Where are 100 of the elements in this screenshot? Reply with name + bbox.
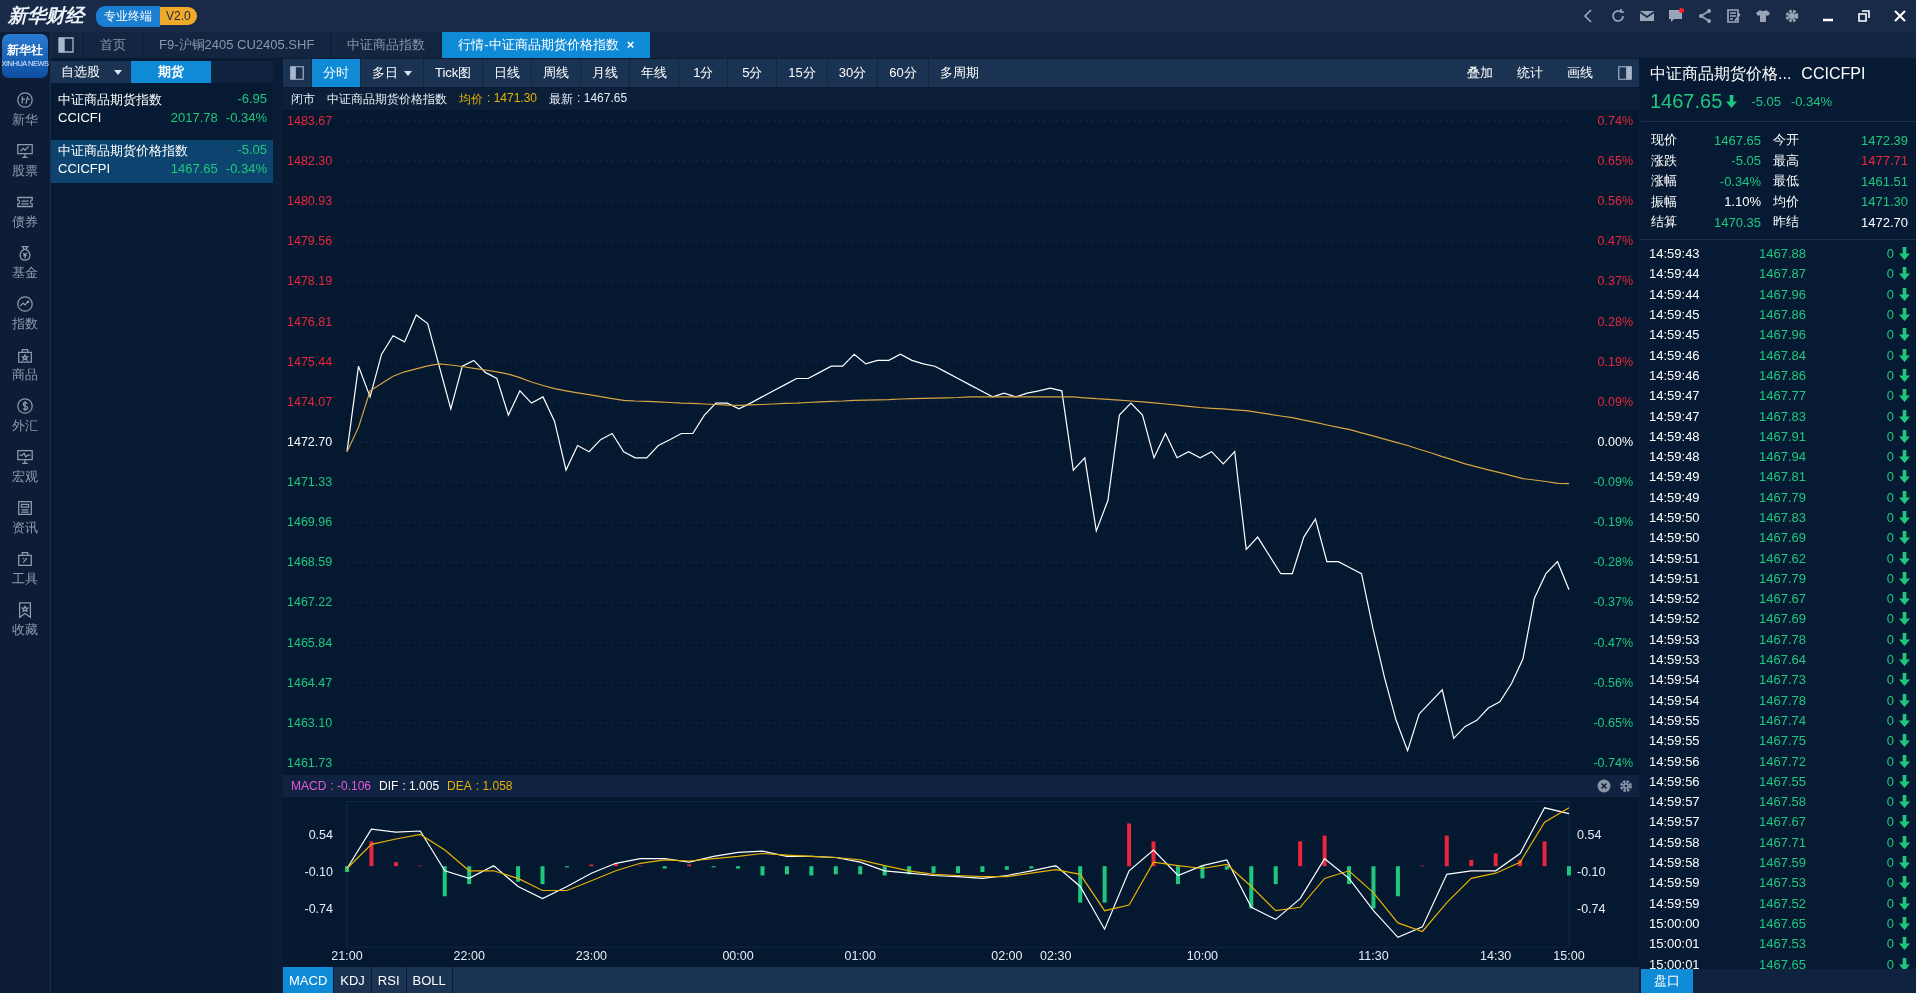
settings-icon[interactable] <box>1784 8 1800 24</box>
latest-price-label: 最新 <box>549 90 574 108</box>
note-icon[interactable] <box>1726 8 1742 24</box>
histogram-bar <box>1322 835 1327 867</box>
axis-label: 0.65% <box>1597 154 1633 169</box>
nav-item[interactable]: 股票 <box>12 135 38 186</box>
indicator-tab[interactable]: RSI <box>371 967 407 993</box>
period-tab[interactable]: 1分 <box>678 59 728 87</box>
histogram-bar <box>1249 866 1254 909</box>
watchlist-row[interactable]: 中证商品期货价格指数 -5.05 CCICFPI 1467.65 -0.34% <box>51 140 273 183</box>
nav-item[interactable]: 指数 <box>12 288 38 339</box>
histogram-bar <box>687 864 692 867</box>
panel-toggle-icon[interactable] <box>57 36 75 54</box>
trade-time: 14:59:50 <box>1649 510 1701 525</box>
axis-label: -0.74 <box>1577 902 1606 916</box>
settings-icon[interactable] <box>1619 779 1633 793</box>
histogram-bar <box>1298 841 1303 867</box>
nav-item[interactable]: 宏观 <box>12 441 38 492</box>
period-tab[interactable]: 15分 <box>776 59 827 87</box>
trade-time: 14:59:45 <box>1649 327 1701 343</box>
histogram-bar <box>760 866 765 876</box>
trade-volume: 0 <box>1886 530 1894 546</box>
indicator-tab[interactable]: BOLL <box>406 967 453 993</box>
shirt-icon[interactable] <box>1755 8 1771 24</box>
period-tab[interactable]: 多周期 <box>927 59 990 87</box>
trade-time: 14:59:54 <box>1649 692 1701 708</box>
trade-volume: 0 <box>1886 692 1894 708</box>
toolbox-icon <box>16 549 34 568</box>
period-tab[interactable]: 5分 <box>727 59 777 87</box>
trade-price: 1467.83 <box>1758 510 1807 525</box>
mail-icon[interactable] <box>1639 8 1655 24</box>
refresh-icon[interactable] <box>1610 8 1626 24</box>
nav-item[interactable]: 外汇 <box>12 390 38 441</box>
axis-label: 11:30 <box>1358 949 1389 963</box>
instrument-name: 中证商品期货价格指数 <box>58 142 189 160</box>
axis-label: 1471.33 <box>287 475 333 490</box>
trade-volume: 0 <box>1886 266 1894 282</box>
period-tab[interactable]: 月线 <box>580 59 630 87</box>
trade-price: 1467.87 <box>1758 266 1807 282</box>
nav-item[interactable]: 资讯 <box>12 492 38 543</box>
average-price: : 1471.30 <box>487 90 538 107</box>
trade-time: 15:00:01 <box>1649 956 1701 969</box>
period-tab[interactable]: Tick图 <box>423 59 483 87</box>
period-tab[interactable]: 多日 <box>360 59 423 87</box>
bookmark-star-icon <box>16 600 34 619</box>
chart-tool-button[interactable]: 统计 <box>1505 64 1555 82</box>
indicator-value: : 1.058 <box>475 779 513 793</box>
chart-tool-button[interactable]: 画线 <box>1555 64 1605 82</box>
quote-value: 1477.71 <box>1860 153 1908 169</box>
axis-label: 0.37% <box>1597 274 1633 289</box>
watchlist-tab[interactable]: 自选股 <box>51 61 131 83</box>
indicator-tab[interactable]: KDJ <box>334 967 372 993</box>
axis-label: 0.56% <box>1597 194 1633 209</box>
page-tab[interactable]: 首页 <box>83 32 142 58</box>
histogram-bar <box>980 866 985 872</box>
histogram-bar <box>1469 859 1474 867</box>
axis-label: 0.09% <box>1597 394 1633 409</box>
page-tab[interactable]: F9-沪铜2405 CU2405.SHF <box>142 32 331 58</box>
chart-tool-button[interactable]: 叠加 <box>1455 64 1505 82</box>
close-icon[interactable] <box>1597 779 1611 793</box>
page-tab[interactable]: 行情-中证商品期货价格指数 × <box>441 32 651 58</box>
trade-volume: 0 <box>1886 367 1894 383</box>
nav-item[interactable]: 债券 <box>12 186 38 237</box>
chat-icon[interactable] <box>1668 8 1684 24</box>
trade-price: 1467.86 <box>1758 367 1807 383</box>
trade-price: 1467.65 <box>1758 956 1807 969</box>
axis-label: -0.28% <box>1593 555 1633 570</box>
average-price-label: 均价 <box>459 90 483 108</box>
watchlist-tab[interactable]: 期货 <box>131 61 211 83</box>
close-icon[interactable] <box>1892 8 1908 24</box>
quote-value: 1472.39 <box>1860 132 1908 148</box>
panel-tab[interactable]: 盘口 <box>1641 969 1693 993</box>
instrument-code: CCICFPI <box>1801 65 1866 83</box>
newspaper-icon <box>16 498 34 517</box>
nav-item[interactable]: 基金 <box>12 237 38 288</box>
indicator-tab[interactable]: MACD <box>283 967 335 993</box>
period-tab[interactable]: 周线 <box>531 59 581 87</box>
period-tab[interactable]: 分时 <box>311 59 360 87</box>
price-change: -5.05 <box>236 142 267 159</box>
indicator-value: : -0.106 <box>330 779 372 793</box>
nav-item[interactable]: 收藏 <box>12 594 38 645</box>
nav-item[interactable]: 新华 <box>12 84 38 135</box>
trade-time: 14:59:44 <box>1649 266 1701 282</box>
panel-toggle-icon[interactable] <box>289 65 305 81</box>
period-tab[interactable]: 60分 <box>877 59 928 87</box>
histogram-bar <box>540 866 545 885</box>
period-tab[interactable]: 日线 <box>482 59 532 87</box>
axis-label: 1467.22 <box>287 595 333 610</box>
trade-volume: 0 <box>1886 388 1894 404</box>
trade-time: 14:59:45 <box>1649 307 1701 323</box>
trade-time: 14:59:57 <box>1649 814 1701 830</box>
watchlist-row[interactable]: 中证商品期货指数 -6.95 CCICFI 2017.78 -0.34% <box>51 89 273 132</box>
restore-icon[interactable] <box>1856 8 1872 24</box>
nav-item[interactable]: 商品 <box>12 339 38 390</box>
panel-toggle-icon[interactable] <box>1617 65 1633 81</box>
nav-item[interactable]: 工具 <box>12 543 38 594</box>
period-tab[interactable]: 年线 <box>629 59 679 87</box>
version-badge: V2.0 <box>160 7 197 25</box>
share-icon[interactable] <box>1697 8 1713 24</box>
period-tab[interactable]: 30分 <box>826 59 878 87</box>
